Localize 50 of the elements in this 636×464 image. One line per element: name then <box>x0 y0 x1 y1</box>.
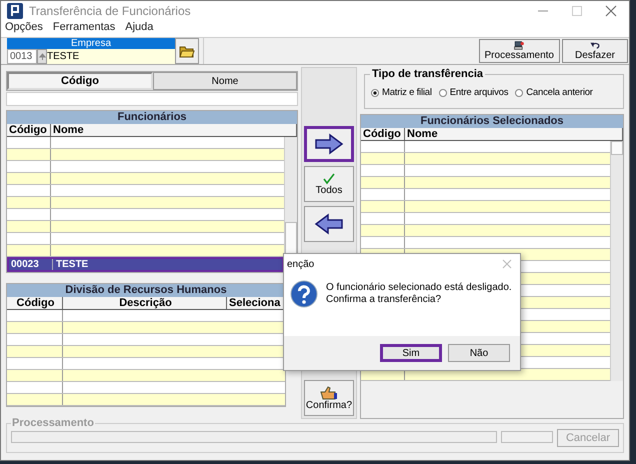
open-button[interactable] <box>175 38 199 64</box>
no-button[interactable]: Não <box>448 344 510 362</box>
remove-button[interactable] <box>304 206 354 242</box>
scrollbar[interactable] <box>610 141 623 381</box>
close-icon <box>502 259 512 269</box>
company-name-field[interactable]: TESTE <box>47 49 175 64</box>
group-title: Processamento <box>11 417 95 429</box>
column-header[interactable]: Nome <box>51 124 297 136</box>
question-icon <box>290 280 318 308</box>
process-button[interactable]: Processamento <box>478 39 560 63</box>
left-arrow-icon <box>314 213 344 235</box>
undo-button[interactable]: Desfazer <box>562 39 628 63</box>
grid-title: Funcionários Selecionados <box>361 115 623 128</box>
column-header[interactable]: Nome <box>405 128 623 140</box>
yes-button[interactable]: Sim <box>380 344 442 362</box>
employee-row[interactable]: 00023 TESTE <box>7 257 284 272</box>
company-code-field[interactable]: 0013 <box>7 49 37 64</box>
add-button[interactable] <box>304 126 354 162</box>
undo-icon <box>589 41 601 50</box>
column-header[interactable]: Código <box>361 128 405 140</box>
column-header[interactable]: Código <box>7 124 51 136</box>
folder-icon <box>179 44 195 58</box>
empresa-label: Empresa <box>7 38 175 49</box>
window-title: Transferência de Funcionários <box>29 4 192 18</box>
confirm-button[interactable]: Confirma? <box>304 380 354 416</box>
right-arrow-icon <box>314 133 344 155</box>
search-field[interactable] <box>6 92 298 106</box>
menu-item[interactable]: Opções <box>5 21 43 37</box>
search-tab[interactable]: Nome <box>153 72 297 90</box>
search-tab[interactable]: Código <box>7 72 153 90</box>
radio-option[interactable]: Cancela anterior <box>515 87 593 98</box>
radio-option[interactable]: Matriz e filial <box>371 87 432 98</box>
menu-item[interactable]: Ferramentas <box>52 21 116 37</box>
column-header[interactable]: Descrição <box>63 297 227 309</box>
maximize-icon <box>571 5 583 17</box>
grid-title: Divisão de Recursos Humanos <box>7 284 285 297</box>
grid-title: Funcionários <box>7 111 297 124</box>
select-all-button[interactable]: Todos <box>304 166 354 202</box>
check-icon <box>323 172 335 184</box>
dialog-title: enção <box>287 258 314 270</box>
close-icon <box>605 5 617 17</box>
arrow-icon <box>38 52 46 60</box>
radio-option[interactable]: Entre arquivos <box>438 87 508 98</box>
menu-item[interactable]: Ajuda <box>125 21 154 37</box>
thumbs-up-icon <box>320 386 338 400</box>
column-header[interactable]: Código <box>7 297 63 309</box>
spin-button[interactable] <box>37 49 47 64</box>
dialog-message: O funcionário selecionado está desligado. Confirma a transferência? <box>326 282 512 306</box>
status-field <box>501 431 553 443</box>
group-title: Tipo de transfêrencia <box>370 68 486 80</box>
